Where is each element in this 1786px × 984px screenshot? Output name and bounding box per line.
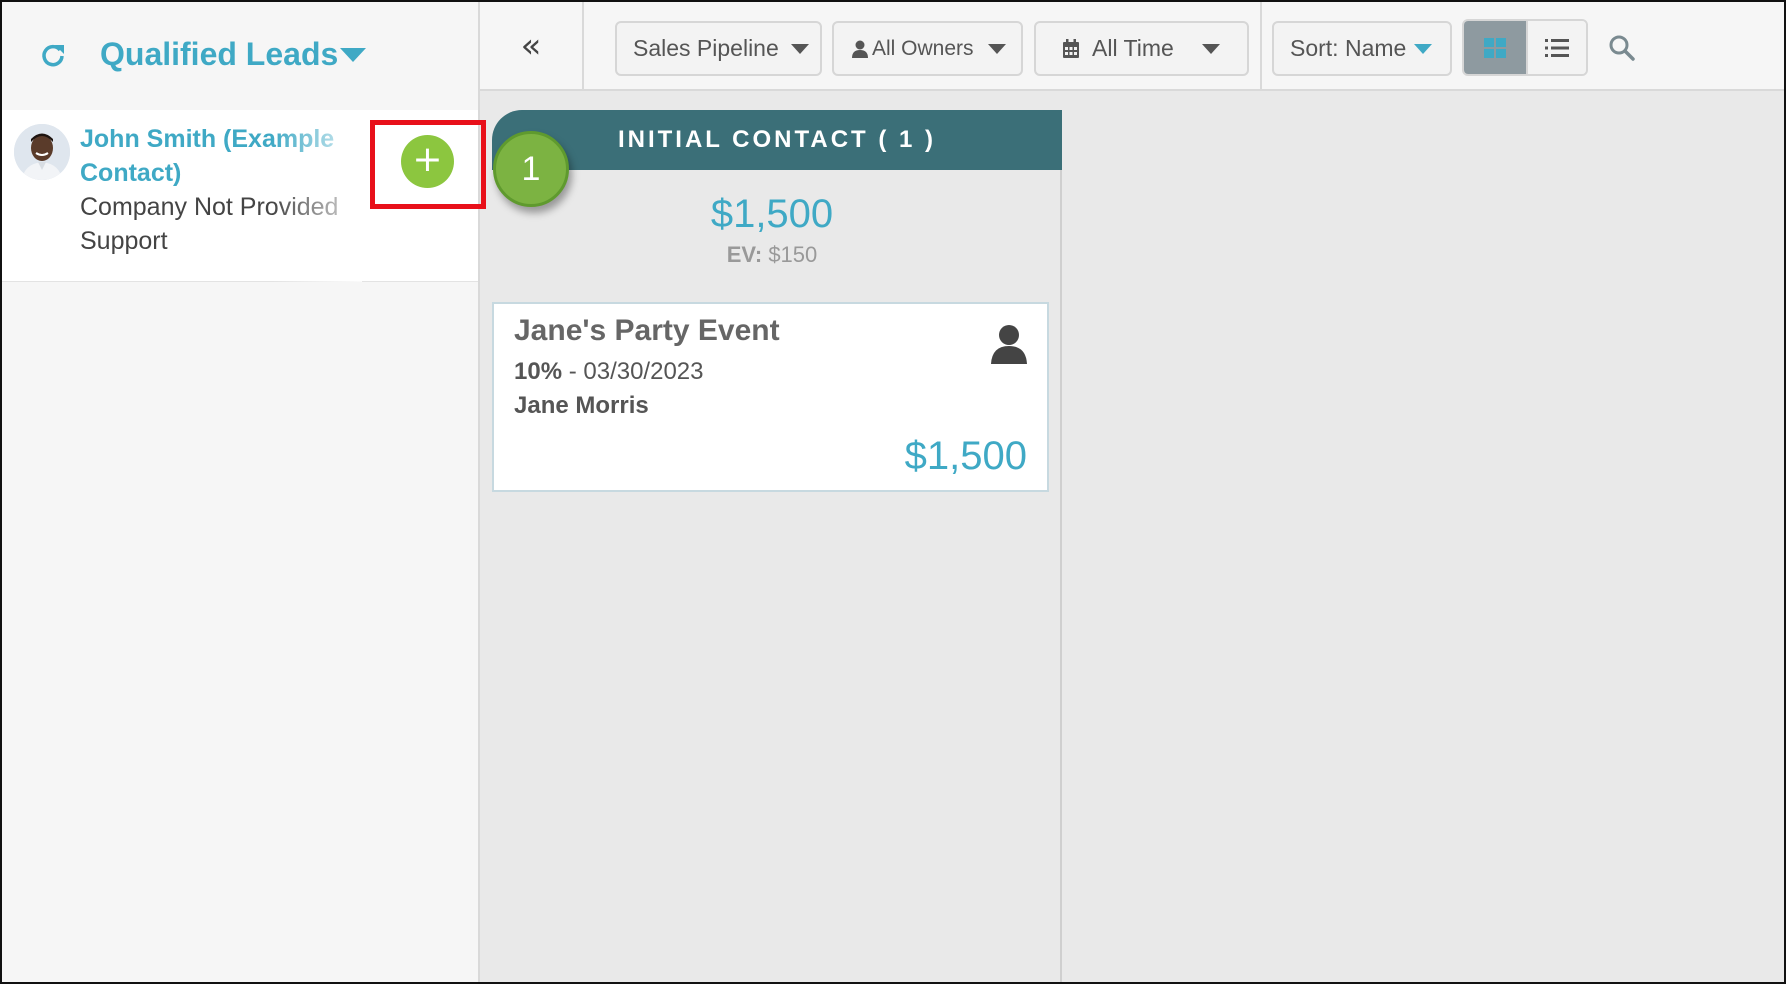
deal-title[interactable]: Jane's Party Event	[514, 314, 780, 348]
deal-owner: Jane Morris	[514, 392, 649, 419]
grid-view-button[interactable]	[1464, 21, 1526, 74]
contact-list-item[interactable]: John Smith (Example Contact) Company Not…	[2, 110, 478, 282]
stage-total: $1,500	[710, 192, 834, 236]
pipeline-dropdown[interactable]: Sales Pipeline	[615, 21, 822, 76]
contact-name[interactable]: John Smith (Example Contact)	[80, 122, 380, 190]
chevron-down-icon	[1414, 43, 1433, 54]
deal-card[interactable]: Jane's Party Event 10% - 03/30/2023 Jane…	[492, 302, 1049, 492]
pipeline-stage-column: INITIAL CONTACT ( 1 ) $1,500 EV: $150 Ja…	[492, 110, 1062, 982]
grid-view-icon	[1484, 37, 1506, 58]
list-title[interactable]: Qualified Leads	[100, 36, 338, 73]
sort-dropdown[interactable]: Sort: Name	[1272, 21, 1452, 76]
chevron-down-icon[interactable]	[340, 48, 366, 62]
add-to-pipeline-button[interactable]: +	[401, 135, 454, 188]
sort-dropdown-label: Sort: Name	[1290, 35, 1407, 61]
ev-label: EV:	[726, 242, 763, 267]
toolbar-divider	[1260, 2, 1262, 89]
app-frame: Qualified Leads John Smith (Example Cont…	[0, 0, 1786, 984]
contact-department: Support	[80, 227, 168, 255]
search-icon[interactable]	[1608, 34, 1636, 62]
chevron-down-icon	[987, 43, 1006, 54]
refresh-icon[interactable]	[40, 42, 66, 68]
collapse-sidebar-button[interactable]: «	[480, 2, 584, 89]
pipeline-dropdown-label: Sales Pipeline	[633, 35, 779, 61]
view-toggle	[1462, 19, 1588, 76]
stage-header: INITIAL CONTACT ( 1 )	[492, 110, 1062, 170]
deal-value: $1,500	[904, 434, 1027, 478]
chevron-double-left-icon: «	[520, 25, 542, 66]
list-view-icon	[1545, 38, 1569, 57]
chevron-down-icon	[1201, 43, 1220, 54]
chevron-down-icon	[790, 43, 809, 54]
person-icon[interactable]	[991, 324, 1027, 364]
stage-expected-value: EV: $150	[492, 242, 1052, 268]
toolbar: « Sales Pipeline All Owners All Time Sor…	[480, 2, 1784, 91]
deal-date: - 03/30/2023	[562, 358, 704, 385]
contact-company: Company Not Provided	[80, 193, 339, 221]
time-range-label: All Time	[1092, 35, 1174, 61]
sidebar-header: Qualified Leads	[2, 2, 478, 110]
calendar-icon	[1063, 38, 1079, 58]
avatar	[14, 124, 70, 180]
ev-value: $150	[768, 242, 818, 267]
owners-dropdown-label: All Owners	[872, 36, 974, 60]
sidebar: Qualified Leads John Smith (Example Cont…	[2, 2, 486, 982]
deal-meta: 10% - 03/30/2023	[514, 358, 704, 386]
time-range-dropdown[interactable]: All Time	[1034, 21, 1249, 76]
list-view-button[interactable]	[1526, 21, 1586, 74]
step-number-badge: 1	[493, 131, 569, 207]
deal-probability: 10%	[514, 358, 563, 385]
user-icon	[852, 40, 868, 58]
owners-dropdown[interactable]: All Owners	[832, 21, 1023, 76]
